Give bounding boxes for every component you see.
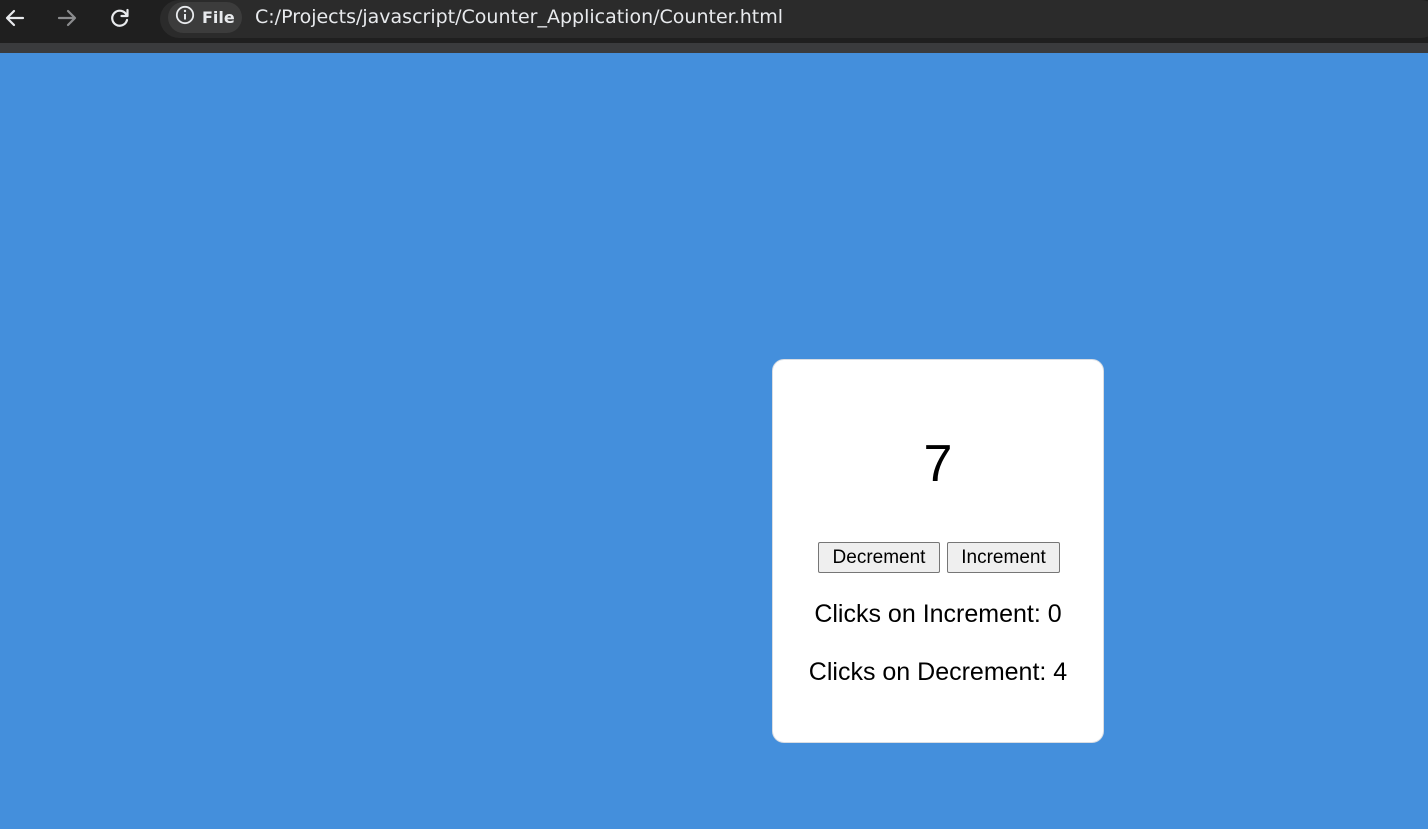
decrement-clicks-text: Clicks on Decrement: 4: [808, 658, 1068, 686]
decrement-button[interactable]: Decrement: [818, 542, 940, 573]
counter-value: 7: [923, 435, 953, 493]
forward-button[interactable]: [52, 3, 82, 33]
toolbar-divider: [0, 43, 1428, 53]
arrow-left-icon: [4, 7, 26, 29]
url-text[interactable]: C:/Projects/javascript/Counter_Applicati…: [255, 5, 783, 29]
info-icon: [175, 5, 195, 30]
reload-button[interactable]: [105, 3, 135, 33]
increment-button[interactable]: Increment: [947, 542, 1060, 573]
site-info-label: File: [202, 8, 235, 27]
reload-icon: [109, 7, 131, 29]
arrow-right-icon: [56, 7, 78, 29]
increment-clicks-text: Clicks on Increment: 0: [814, 600, 1062, 628]
browser-toolbar: File C:/Projects/javascript/Counter_Appl…: [0, 0, 1428, 43]
site-info-chip[interactable]: File: [168, 2, 242, 33]
back-button[interactable]: [0, 3, 30, 33]
